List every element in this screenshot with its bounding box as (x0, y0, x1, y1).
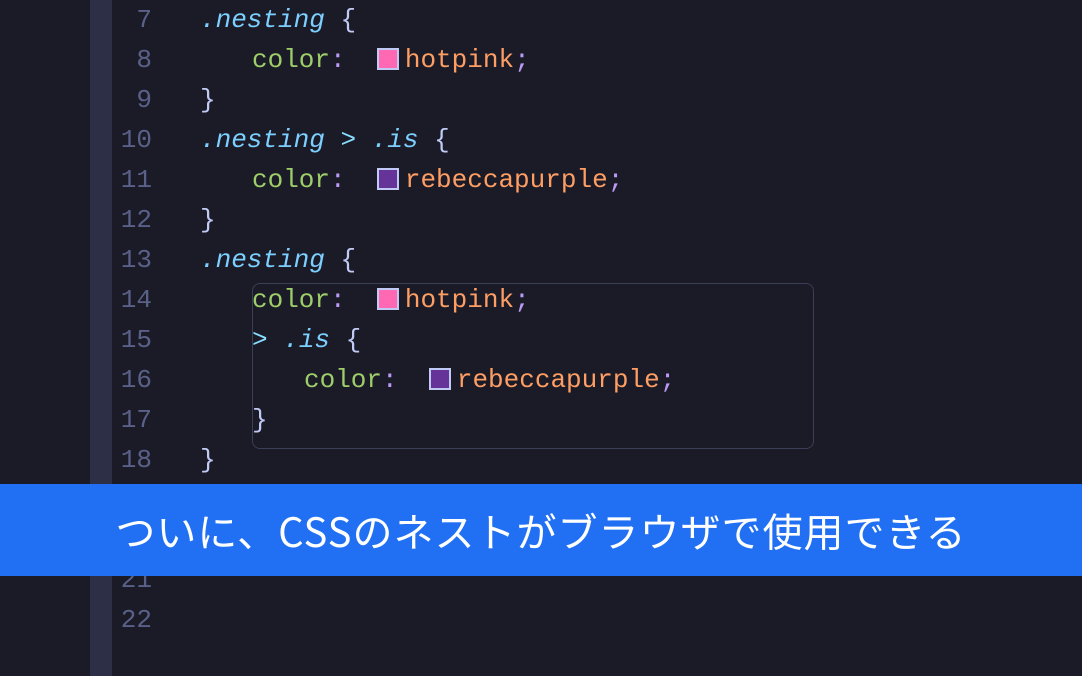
css-selector: .nesting (200, 125, 325, 155)
code-line[interactable]: color: hotpink; (200, 40, 1082, 80)
line-number: 8 (0, 40, 152, 80)
line-number: 16 (0, 360, 152, 400)
code-line[interactable]: } (200, 400, 1082, 440)
line-number: 15 (0, 320, 152, 360)
color-swatch-icon[interactable] (377, 288, 399, 310)
code-line[interactable]: color: rebeccapurple; (200, 160, 1082, 200)
punctuation: ; (514, 45, 530, 75)
css-combinator: > (252, 325, 268, 355)
css-property: color (304, 365, 382, 395)
code-line[interactable]: } (200, 440, 1082, 480)
css-value: hotpink (405, 285, 514, 315)
line-number: 14 (0, 280, 152, 320)
punctuation: ; (514, 285, 530, 315)
line-number: 22 (0, 600, 152, 640)
css-value: rebeccapurple (405, 165, 608, 195)
code-line[interactable]: .nesting { (200, 240, 1082, 280)
css-value: rebeccapurple (457, 365, 660, 395)
line-number: 18 (0, 440, 152, 480)
brace: } (200, 205, 216, 235)
line-number: 17 (0, 400, 152, 440)
punctuation: ; (608, 165, 624, 195)
punctuation: : (382, 365, 398, 395)
punctuation: : (330, 45, 346, 75)
css-selector: .nesting (200, 245, 325, 275)
line-number: 9 (0, 80, 152, 120)
brace: } (200, 445, 216, 475)
css-selector: .is (372, 125, 419, 155)
headline-text: ついに、CSSのネストがブラウザで使用できる (115, 510, 966, 550)
code-line[interactable] (200, 600, 1082, 640)
code-line[interactable]: .nesting { (200, 0, 1082, 40)
code-line[interactable]: color: hotpink; (200, 280, 1082, 320)
code-line[interactable]: .nesting > .is { (200, 120, 1082, 160)
code-line[interactable]: color: rebeccapurple; (200, 360, 1082, 400)
brace: { (340, 245, 356, 275)
css-property: color (252, 45, 330, 75)
css-selector: .nesting (200, 5, 325, 35)
code-line[interactable]: } (200, 200, 1082, 240)
punctuation: : (330, 285, 346, 315)
brace: } (252, 405, 268, 435)
css-property: color (252, 285, 330, 315)
css-selector: .is (283, 325, 330, 355)
line-number: 13 (0, 240, 152, 280)
brace: { (346, 325, 362, 355)
code-line[interactable]: > .is { (200, 320, 1082, 360)
css-combinator: > (340, 125, 356, 155)
headline-banner: ついに、CSSのネストがブラウザで使用できる (0, 484, 1082, 576)
line-number: 11 (0, 160, 152, 200)
css-value: hotpink (405, 45, 514, 75)
color-swatch-icon[interactable] (377, 48, 399, 70)
punctuation: ; (660, 365, 676, 395)
punctuation: : (330, 165, 346, 195)
line-number: 12 (0, 200, 152, 240)
color-swatch-icon[interactable] (429, 368, 451, 390)
line-number: 7 (0, 0, 152, 40)
color-swatch-icon[interactable] (377, 168, 399, 190)
brace: { (340, 5, 356, 35)
code-line[interactable]: } (200, 80, 1082, 120)
css-property: color (252, 165, 330, 195)
brace: { (434, 125, 450, 155)
brace: } (200, 85, 216, 115)
line-number: 10 (0, 120, 152, 160)
